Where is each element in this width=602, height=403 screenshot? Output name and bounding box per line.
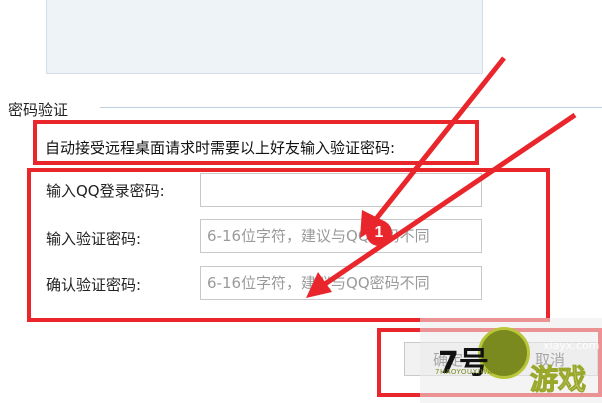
watermark-url: xiayx.com [543, 339, 600, 352]
watermark-brand: 游戏 [529, 363, 587, 397]
arrow-head-2 [306, 272, 332, 298]
step-badge: 1 [366, 220, 392, 246]
arrow-line-2 [320, 112, 577, 289]
watermark-pinyin: 7HAOYOUXIWANG [435, 368, 505, 376]
arrow-line-1 [370, 56, 506, 226]
